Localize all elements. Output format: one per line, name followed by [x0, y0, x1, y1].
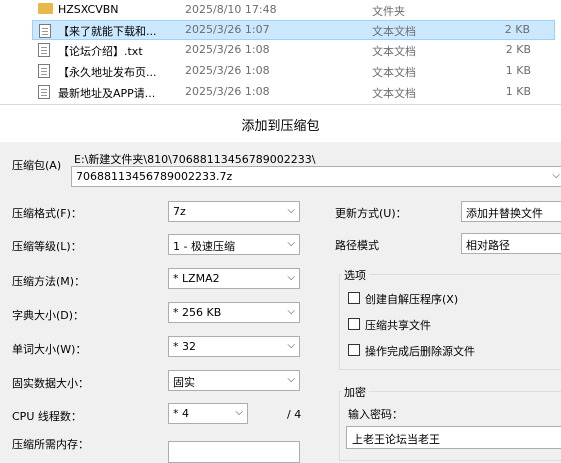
level-label: 压缩等级(L)：	[12, 240, 82, 253]
update-select[interactable]: 添加并替换文件	[461, 201, 561, 222]
file-size: 2 KB	[504, 23, 530, 36]
list-item[interactable]: HZSXCVBN 2025/8/10 17:48 文件夹	[32, 0, 561, 20]
file-type: 文本文档	[372, 87, 416, 100]
word-label: 单词大小(W)：	[12, 343, 87, 356]
file-name: 【来了就能下载和...	[58, 25, 157, 38]
chevron-down-icon: ⌵	[287, 306, 295, 317]
word-select[interactable]: * 32 ⌵	[168, 336, 300, 357]
format-label: 压缩格式(F)：	[12, 207, 82, 220]
encrypt-title: 加密	[341, 384, 369, 400]
solid-label: 固实数据大小：	[12, 377, 89, 390]
method-select[interactable]: * LZMA2 ⌵	[168, 268, 300, 289]
list-item[interactable]: 最新地址及APP请... 2025/3/26 1:08 文本文档 1 KB	[32, 82, 561, 102]
file-name: 【论坛介绍】.txt	[58, 45, 143, 58]
file-size: 2 KB	[505, 43, 531, 56]
dict-select[interactable]: * 256 KB ⌵	[168, 302, 300, 323]
dialog-titlebar[interactable]: 添加到压缩包	[0, 104, 561, 142]
path-mode-select[interactable]: 相对路径	[461, 233, 561, 254]
archive-path: E:\新建文件夹\810\70688113456789002233\	[74, 153, 316, 166]
chevron-down-icon: ⌵	[287, 238, 295, 249]
password-label: 输入密码：	[348, 408, 403, 421]
threads-select[interactable]: * 4 ⌵	[168, 403, 248, 424]
chevron-down-icon: ⌵	[287, 340, 295, 351]
method-label: 压缩方法(M)：	[12, 275, 86, 288]
list-item-selected[interactable]: 【来了就能下载和... 2025/3/26 1:07 文本文档 2 KB	[32, 20, 555, 40]
archive-name-combo[interactable]: 70688113456789002233.7z ⌵	[71, 166, 561, 187]
archive-label: 压缩包(A)	[12, 159, 62, 172]
memory-label: 压缩所需内存：	[12, 438, 89, 451]
word-value: * 32	[173, 340, 196, 353]
file-date: 2025/3/26 1:08	[185, 85, 270, 98]
file-type: 文本文档	[372, 45, 416, 58]
file-size: 1 KB	[505, 85, 531, 98]
memory-value-box	[168, 441, 300, 463]
options-title: 选项	[341, 267, 369, 283]
document-icon	[38, 43, 50, 57]
update-value: 添加并替换文件	[466, 207, 543, 220]
archive-name-value: 70688113456789002233.7z	[76, 170, 233, 183]
level-select[interactable]: 1 - 极速压缩 ⌵	[168, 234, 300, 255]
level-value: 1 - 极速压缩	[173, 240, 235, 253]
delete-checkbox-label: 操作完成后删除源文件	[365, 345, 475, 358]
chevron-down-icon: ⌵	[287, 272, 295, 283]
shared-checkbox[interactable]	[348, 318, 360, 330]
file-name: HZSXCVBN	[58, 3, 119, 16]
format-select[interactable]: 7z ⌵	[168, 201, 300, 222]
path-mode-value: 相对路径	[466, 239, 510, 252]
solid-value: 固实	[173, 376, 195, 389]
list-item[interactable]: 【论坛介绍】.txt 2025/3/26 1:08 文本文档 2 KB	[32, 40, 561, 60]
chevron-down-icon[interactable]: ⌵	[552, 170, 560, 181]
file-date: 2025/3/26 1:08	[185, 64, 270, 77]
solid-select[interactable]: 固实 ⌵	[168, 370, 300, 391]
document-icon	[39, 24, 51, 38]
folder-icon	[38, 3, 53, 14]
shared-checkbox-label: 压缩共享文件	[365, 319, 431, 332]
threads-label: CPU 线程数：	[12, 410, 82, 423]
threads-total: / 4	[287, 408, 302, 421]
dict-label: 字典大小(D)：	[12, 309, 85, 322]
method-value: * LZMA2	[173, 272, 220, 285]
file-list: HZSXCVBN 2025/8/10 17:48 文件夹 【来了就能下载和...…	[0, 0, 561, 104]
file-date: 2025/8/10 17:48	[185, 3, 277, 16]
file-type: 文本文档	[372, 25, 416, 38]
chevron-down-icon: ⌵	[287, 374, 295, 385]
password-input[interactable]: 上老王论坛当老王	[346, 426, 561, 449]
chevron-down-icon: ⌵	[287, 205, 295, 216]
threads-value: * 4	[173, 407, 189, 420]
sfx-checkbox[interactable]	[348, 292, 360, 304]
list-item[interactable]: 【永久地址发布页... 2025/3/26 1:08 文本文档 1 KB	[32, 61, 561, 81]
dialog-title: 添加到压缩包	[241, 119, 320, 134]
file-size: 1 KB	[505, 64, 531, 77]
sfx-checkbox-label: 创建自解压程序(X)	[365, 293, 459, 306]
document-icon	[38, 64, 50, 78]
update-label: 更新方式(U)：	[335, 207, 407, 220]
file-date: 2025/3/26 1:07	[185, 23, 270, 36]
dict-value: * 256 KB	[173, 306, 222, 319]
file-name: 【永久地址发布页...	[58, 66, 157, 79]
file-date: 2025/3/26 1:08	[185, 43, 270, 56]
delete-checkbox[interactable]	[348, 344, 360, 356]
path-mode-label: 路径模式	[335, 239, 379, 252]
file-type: 文本文档	[372, 66, 416, 79]
document-icon	[38, 85, 50, 99]
chevron-down-icon: ⌵	[235, 407, 243, 418]
file-type: 文件夹	[372, 5, 405, 18]
password-value: 上老王论坛当老王	[352, 433, 440, 446]
format-value: 7z	[173, 205, 186, 218]
file-name: 最新地址及APP请...	[58, 87, 156, 100]
